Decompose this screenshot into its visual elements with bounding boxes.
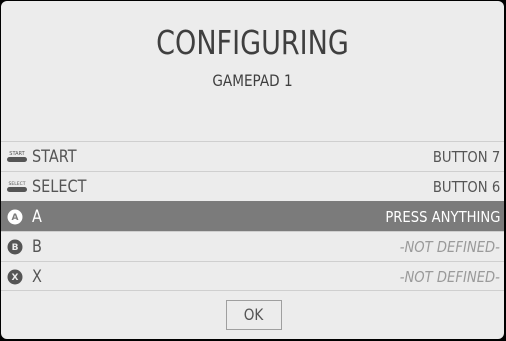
input-mapping-list: START START BUTTON 7 SELECT SELECT BUTTO…	[1, 141, 504, 291]
mapping-value: -NOT DEFINED-	[399, 268, 500, 286]
b-icon-text: B	[12, 243, 19, 253]
start-icon-text: START	[9, 151, 25, 157]
mapping-row-x[interactable]: X X -NOT DEFINED-	[1, 261, 504, 291]
mapping-row-select[interactable]: SELECT SELECT BUTTON 6	[1, 171, 504, 201]
mapping-label: B	[32, 237, 42, 257]
mapping-label: START	[32, 147, 77, 167]
dialog-subtitle: GAMEPAD 1	[212, 71, 293, 90]
b-button-icon: B	[6, 239, 28, 255]
mapping-label: SELECT	[32, 177, 87, 197]
mapping-value: BUTTON 6	[432, 178, 500, 196]
mapping-row-a[interactable]: A A PRESS ANYTHING	[1, 201, 504, 231]
mapping-value: BUTTON 7	[432, 148, 500, 166]
ok-button-label: OK	[244, 305, 264, 324]
mapping-row-start[interactable]: START START BUTTON 7	[1, 141, 504, 171]
gamepad-config-dialog: CONFIGURING GAMEPAD 1 START START BUTTON…	[1, 1, 504, 339]
mapping-value: -NOT DEFINED-	[399, 238, 500, 256]
mapping-row-b[interactable]: B B -NOT DEFINED-	[1, 231, 504, 261]
select-button-icon: SELECT	[6, 179, 28, 195]
a-button-icon: A	[6, 209, 28, 225]
x-icon-text: X	[12, 273, 19, 283]
select-icon-text: SELECT	[9, 181, 26, 187]
mapping-label: X	[32, 267, 42, 287]
dialog-title: CONFIGURING	[156, 23, 349, 62]
a-icon-text: A	[12, 213, 19, 223]
x-button-icon: X	[6, 269, 28, 285]
ok-button[interactable]: OK	[226, 300, 282, 330]
mapping-value: PRESS ANYTHING	[384, 208, 500, 226]
start-button-icon: START	[6, 149, 28, 165]
mapping-label: A	[32, 207, 42, 227]
